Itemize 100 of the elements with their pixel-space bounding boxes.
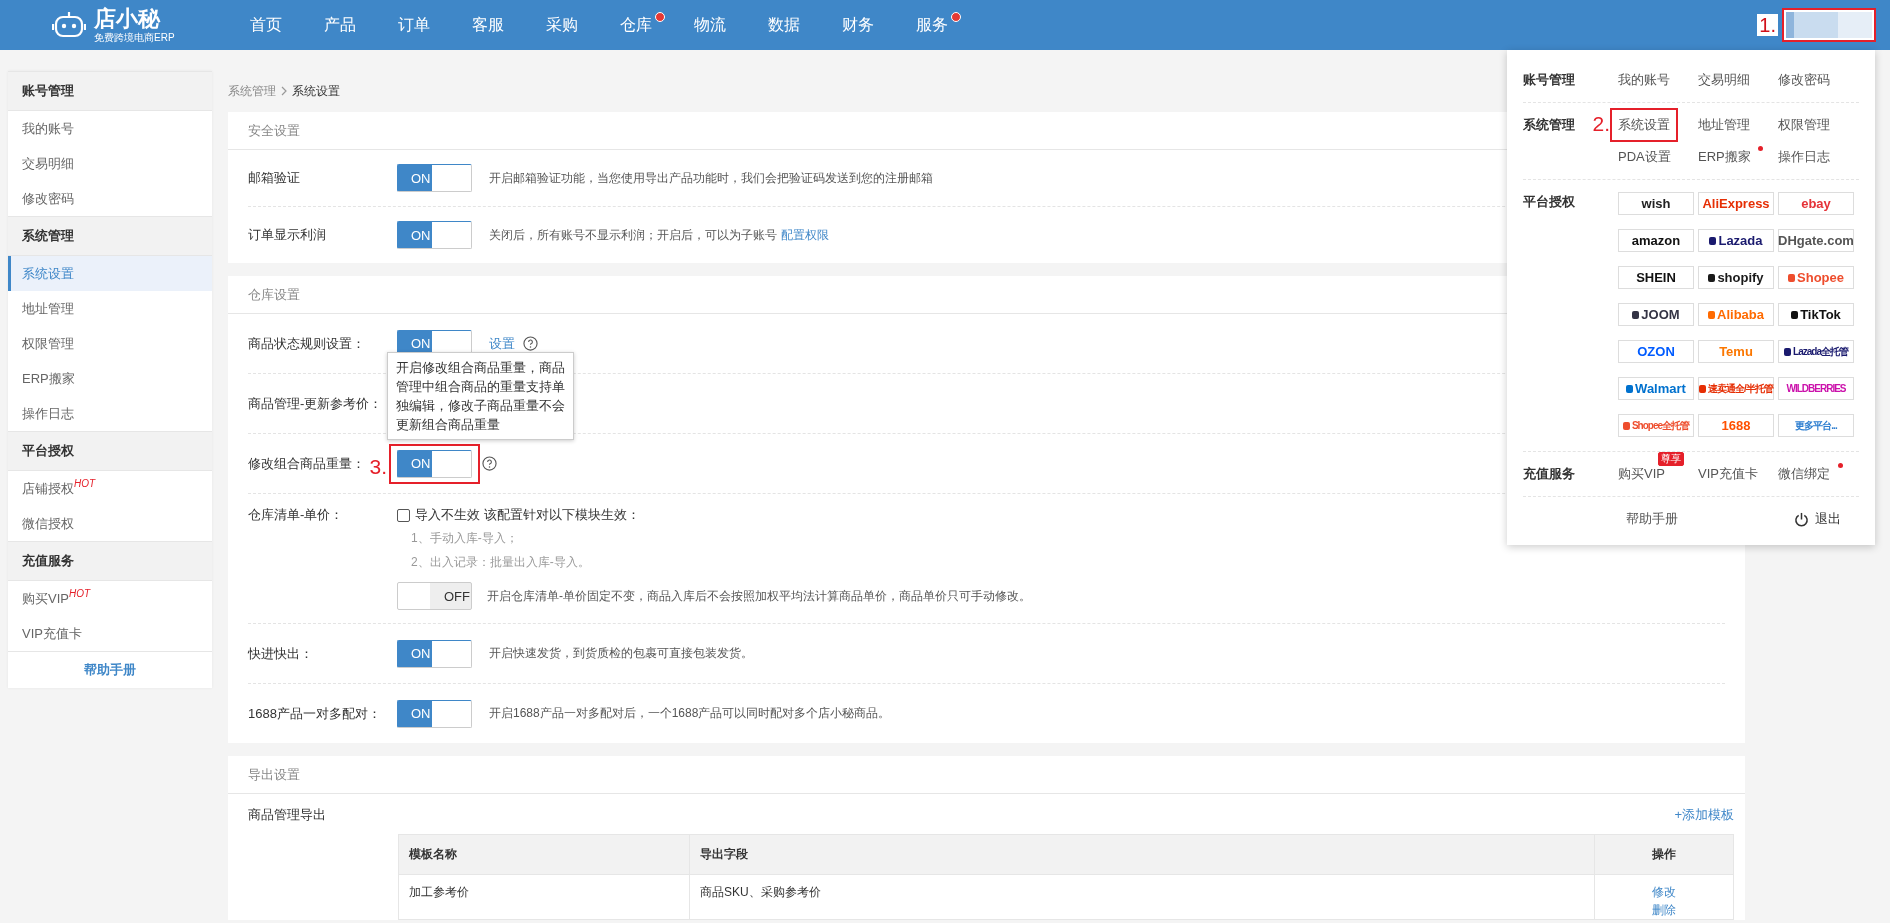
chevron-icon — [281, 86, 287, 96]
platform-logo[interactable]: Shopee — [1778, 266, 1854, 289]
menu-item[interactable]: VIP充值卡 — [1698, 465, 1758, 483]
help-icon[interactable] — [482, 456, 497, 471]
nav-link[interactable]: 采购 — [546, 0, 620, 50]
menu-item[interactable]: ERP搬家 — [1698, 148, 1751, 166]
sidebar-item[interactable]: 权限管理 — [8, 326, 212, 361]
platform-logo[interactable]: JOOM — [1618, 303, 1694, 326]
panel-title: 仓库设置 — [248, 287, 300, 302]
setting-label: 1688产品一对多配对： — [248, 705, 381, 721]
settings-link[interactable]: 设置 — [489, 334, 515, 353]
menu-item[interactable]: 微信绑定 — [1778, 465, 1830, 483]
module-note: 1、手动入库-导入； — [410, 530, 519, 547]
menu-item[interactable]: 地址管理 — [1698, 116, 1750, 134]
toggle-switch[interactable]: ON — [397, 221, 472, 249]
toggle-switch[interactable]: ON — [397, 164, 472, 192]
platform-logo[interactable]: Lazada — [1698, 229, 1774, 252]
setting-label: 订单显示利润 — [248, 227, 326, 242]
platform-logo[interactable]: ebay — [1778, 192, 1854, 215]
setting-label: 商品状态规则设置： — [248, 335, 365, 351]
sidebar-item[interactable]: VIP充值卡 — [8, 616, 212, 651]
breadcrumb-link[interactable]: 系统管理 — [228, 82, 276, 100]
logout-button[interactable]: 退出 — [1794, 510, 1841, 528]
toggle-switch[interactable]: ON — [397, 699, 472, 728]
sidebar-item[interactable]: 地址管理 — [8, 291, 212, 326]
platform-logo[interactable]: TikTok — [1778, 303, 1854, 326]
table-cell: 商品SKU、采购参考价 — [689, 874, 1595, 920]
sidebar-item[interactable]: 微信授权 — [8, 506, 212, 541]
help-link[interactable]: 帮助手册 — [1626, 510, 1678, 528]
breadcrumb-current: 系统设置 — [292, 82, 340, 100]
nav-link[interactable]: 财务 — [842, 0, 916, 50]
sidebar-item[interactable]: 修改密码 — [8, 181, 212, 216]
menu-item[interactable]: 我的账号 — [1618, 71, 1670, 89]
menu-item[interactable]: 操作日志 — [1778, 148, 1830, 166]
menu-section-title: 平台授权 — [1523, 194, 1575, 209]
nav-link[interactable]: 服务 — [916, 0, 990, 50]
platform-logo[interactable]: 更多平台... — [1778, 414, 1854, 437]
nav-link[interactable]: 数据 — [768, 0, 842, 50]
robot-logo-icon — [52, 10, 86, 40]
row-action-link[interactable]: 删除 — [1605, 901, 1723, 919]
add-template-link[interactable]: +添加模板 — [1674, 806, 1734, 824]
setting-description: 开启快速发货，到货质检的包裹可直接包装发货。 — [489, 645, 753, 662]
nav-link[interactable]: 客服 — [472, 0, 546, 50]
platform-logo[interactable]: Alibaba — [1698, 303, 1774, 326]
platform-logo[interactable]: Temu — [1698, 340, 1774, 363]
sidebar-heading: 系统管理 — [8, 216, 212, 256]
menu-item[interactable]: 修改密码 — [1778, 71, 1830, 89]
sidebar-item[interactable]: ERP搬家 — [8, 361, 212, 396]
menu-item[interactable]: 交易明细 — [1698, 71, 1750, 89]
toggle-switch[interactable]: ON — [397, 449, 472, 478]
platform-logo[interactable]: SHEIN — [1618, 266, 1694, 289]
platform-logo[interactable]: OZON — [1618, 340, 1694, 363]
nav-link[interactable]: 物流 — [694, 0, 768, 50]
platform-logo[interactable]: WILDBERRIES — [1778, 377, 1854, 400]
panel-title: 安全设置 — [248, 123, 300, 138]
platform-logo[interactable]: amazon — [1618, 229, 1694, 252]
setting-description: 开启仓库清单-单价固定不变，商品入库后不会按照加权平均法计算商品单价，商品单价只可手动修改。 — [487, 587, 1031, 605]
setting-label: 邮箱验证 — [248, 170, 300, 185]
setting-description: 开启邮箱验证功能，当您使用导出产品功能时，我们会把验证码发送到您的注册邮箱 — [489, 169, 933, 187]
annotation-label: 3. — [369, 455, 387, 477]
platform-logo[interactable]: Walmart — [1618, 377, 1694, 400]
platform-logo[interactable]: shopify — [1698, 266, 1774, 289]
menu-item[interactable]: 系统设置 — [1618, 116, 1670, 134]
setting-label: 修改组合商品重量： — [248, 455, 365, 471]
sidebar-item[interactable]: 我的账号 — [8, 111, 212, 146]
sidebar-item[interactable]: 操作日志 — [8, 396, 212, 431]
annotation-label: 2. — [1592, 113, 1610, 134]
platform-logo[interactable]: 1688 — [1698, 414, 1774, 437]
column-header: 操作 — [1594, 834, 1734, 875]
checkbox[interactable] — [397, 508, 410, 522]
help-icon[interactable] — [523, 336, 538, 351]
platform-logo[interactable]: Shopee全托管 — [1618, 414, 1694, 437]
sidebar-heading: 平台授权 — [8, 431, 212, 471]
menu-item[interactable]: 权限管理 — [1778, 116, 1830, 134]
checkbox-label: 导入不生效 该配置针对以下模块生效： — [415, 506, 640, 524]
platform-logo[interactable]: DHgate.com — [1778, 229, 1854, 252]
sidebar-heading: 账号管理 — [8, 71, 212, 111]
sidebar-item[interactable]: 系统设置 — [8, 256, 212, 291]
nav-link[interactable]: 仓库 — [620, 0, 694, 50]
platform-logo[interactable]: AliExpress — [1698, 192, 1774, 215]
help-link[interactable]: 帮助手册 — [8, 651, 212, 688]
nav-link[interactable]: 订单 — [398, 0, 472, 50]
menu-item[interactable]: 购买VIP — [1618, 465, 1665, 483]
platform-logo[interactable]: 速卖通全/半托管 — [1698, 377, 1774, 400]
nav-link[interactable]: 产品 — [324, 0, 398, 50]
platform-logo[interactable]: Lazada全托管 — [1778, 340, 1854, 363]
sidebar-item[interactable]: 购买VIP$^{HOT}$ — [8, 581, 212, 616]
menu-section-title: 账号管理 — [1523, 72, 1575, 87]
sidebar-item[interactable]: 交易明细 — [8, 146, 212, 181]
toggle-switch[interactable]: ON — [397, 639, 472, 668]
sidebar-item[interactable]: 店铺授权$^{HOT}$ — [8, 471, 212, 506]
menu-item[interactable]: PDA设置 — [1618, 148, 1671, 166]
nav-link[interactable]: 首页 — [250, 0, 324, 50]
config-link[interactable]: 配置权限 — [781, 227, 829, 242]
logo-text: 店小秘 — [94, 7, 162, 30]
logo-tagline: 免费跨境电商ERP — [94, 32, 175, 43]
row-action-link[interactable]: 修改 — [1605, 883, 1723, 901]
platform-logo[interactable]: wish — [1618, 192, 1694, 215]
setting-description: 关闭后，所有账号不显示利润；开启后，可以为子账号 配置权限 — [489, 226, 829, 244]
toggle-switch[interactable]: OFF — [397, 582, 472, 610]
